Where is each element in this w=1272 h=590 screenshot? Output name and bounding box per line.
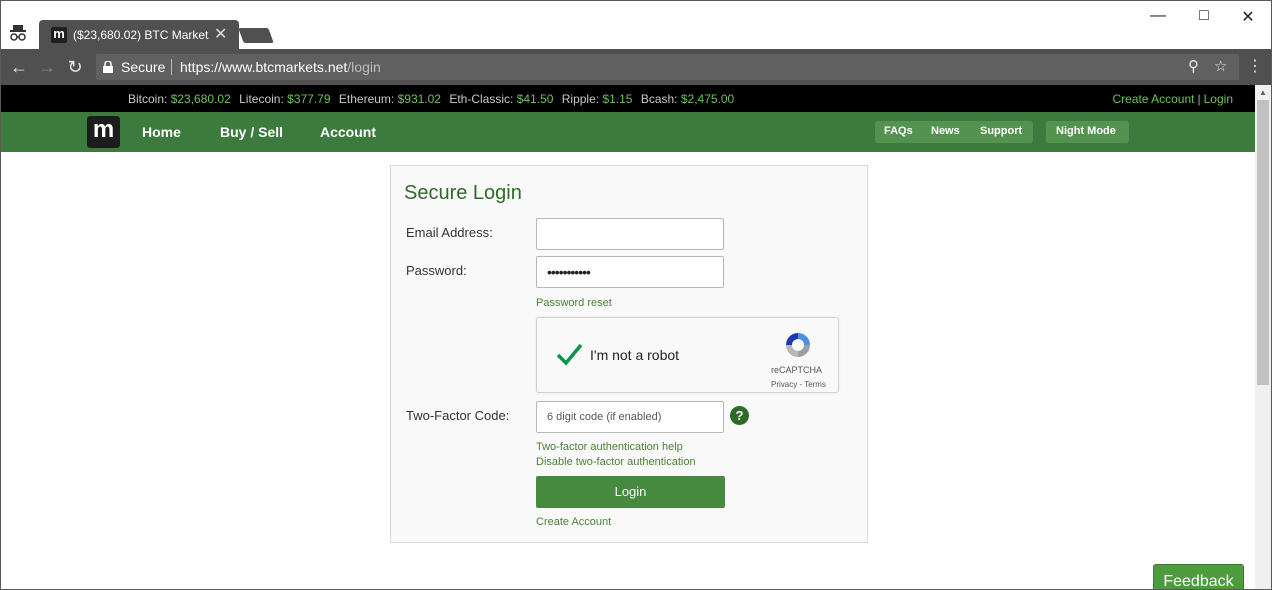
nav-news[interactable]: News	[931, 125, 960, 137]
password-label: Password:	[406, 263, 467, 278]
url-path: /login	[347, 59, 381, 75]
login-link[interactable]: Login	[1204, 92, 1233, 106]
menu-icon[interactable]: ⋮	[1243, 55, 1267, 79]
twofa-label: Two-Factor Code:	[406, 408, 510, 423]
nav-home[interactable]: Home	[142, 124, 181, 140]
scrollbar-thumb[interactable]	[1257, 100, 1269, 385]
favicon-icon: m	[51, 27, 67, 43]
recaptcha-logo-icon	[786, 333, 810, 357]
main-nav: m Home Buy / Sell Account FAQs News Supp…	[1, 112, 1255, 152]
ticker-value: $931.02	[397, 92, 441, 106]
scroll-up-icon[interactable]: ▲	[1259, 88, 1267, 97]
help-links-group: FAQs News Support	[875, 121, 1033, 143]
logo[interactable]: m	[87, 116, 120, 148]
price-list: Bitcoin: $23,680.02 Litecoin: $377.79 Et…	[128, 92, 739, 106]
email-label: Email Address:	[406, 225, 493, 240]
twofa-disable-link[interactable]: Disable two-factor authentication	[536, 456, 696, 468]
recaptcha-terms[interactable]: Privacy - Terms	[771, 380, 826, 389]
browser-window: m ($23,680.02) BTC Markets ✕ — □ ✕ ← → ↻…	[0, 0, 1272, 590]
star-icon[interactable]: ☆	[1214, 57, 1227, 75]
checkmark-icon[interactable]	[555, 340, 583, 368]
ticker-value: $23,680.02	[170, 92, 231, 106]
login-button[interactable]: Login	[536, 476, 725, 508]
url-host: https://www.btcmarkets.net	[180, 59, 348, 75]
reload-icon[interactable]: ↻	[63, 55, 87, 79]
create-account-link[interactable]: Create Account	[1112, 92, 1194, 106]
night-mode-button[interactable]: Night Mode	[1046, 121, 1129, 143]
twofa-help-link[interactable]: Two-factor authentication help	[536, 441, 683, 453]
password-reset-link[interactable]: Password reset	[536, 297, 612, 309]
ticker-label: Eth-Classic:	[449, 92, 514, 106]
auth-links: Create Account | Login	[1112, 92, 1233, 106]
back-icon[interactable]: ←	[7, 55, 31, 79]
browser-tab[interactable]: m ($23,680.02) BTC Markets ✕	[39, 20, 239, 49]
password-field[interactable]: •••••••••••	[536, 256, 724, 288]
nav-account[interactable]: Account	[320, 124, 376, 140]
incognito-icon	[10, 25, 26, 41]
tab-close-icon[interactable]: ✕	[214, 24, 227, 44]
page-title: Secure Login	[404, 182, 522, 204]
feedback-button[interactable]: Feedback	[1153, 564, 1244, 589]
ticker-label: Bitcoin:	[128, 92, 168, 106]
recaptcha-widget[interactable]: I'm not a robot reCAPTCHA Privacy - Term…	[536, 317, 839, 393]
url-text[interactable]: https://www.btcmarkets.net/login	[180, 59, 381, 75]
tab-strip: m ($23,680.02) BTC Markets ✕ — □ ✕	[1, 1, 1271, 49]
ticker-label: Ethereum:	[338, 92, 395, 106]
browser-toolbar: ← → ↻ Secure https://www.btcmarkets.net/…	[1, 49, 1271, 85]
maximize-icon[interactable]: □	[1181, 7, 1227, 25]
lock-icon	[103, 61, 113, 73]
window-close-icon[interactable]: ✕	[1225, 7, 1271, 27]
key-icon[interactable]: ⚲	[1188, 57, 1199, 75]
captcha-label: I'm not a robot	[590, 347, 680, 363]
recaptcha-brand: reCAPTCHA	[771, 365, 823, 375]
ticker-value: $377.79	[287, 92, 331, 106]
twofa-input[interactable]: 6 digit code (if enabled)	[536, 401, 724, 433]
secure-label: Secure	[121, 59, 166, 75]
nav-faqs[interactable]: FAQs	[884, 125, 913, 137]
new-tab-button[interactable]	[238, 28, 274, 43]
email-field[interactable]	[536, 218, 724, 250]
create-account-link[interactable]: Create Account	[536, 516, 611, 528]
help-icon[interactable]: ?	[730, 406, 749, 425]
ticker-value: $41.50	[516, 92, 554, 106]
nav-support[interactable]: Support	[980, 125, 1022, 137]
nav-buy-sell[interactable]: Buy / Sell	[220, 124, 283, 140]
ticker-value: $2,475.00	[680, 92, 735, 106]
forward-icon[interactable]: →	[35, 55, 59, 79]
login-panel: Secure Login Email Address: Password: ••…	[390, 165, 868, 543]
ticker-label: Ripple:	[561, 92, 600, 106]
tab-title: ($23,680.02) BTC Markets	[73, 28, 209, 42]
link-separator: |	[1197, 92, 1201, 106]
ticker-label: Bcash:	[640, 92, 678, 106]
ticker-value: $1.15	[602, 92, 633, 106]
address-divider	[171, 59, 172, 75]
ticker-label: Litecoin:	[239, 92, 284, 106]
price-ticker: Bitcoin: $23,680.02 Litecoin: $377.79 Et…	[1, 85, 1255, 112]
minimize-icon[interactable]: —	[1135, 7, 1181, 25]
address-bar[interactable]: Secure https://www.btcmarkets.net/login …	[96, 54, 1239, 80]
night-mode-label: Night Mode	[1056, 125, 1116, 137]
page-scrollbar[interactable]: ▲	[1255, 85, 1271, 589]
